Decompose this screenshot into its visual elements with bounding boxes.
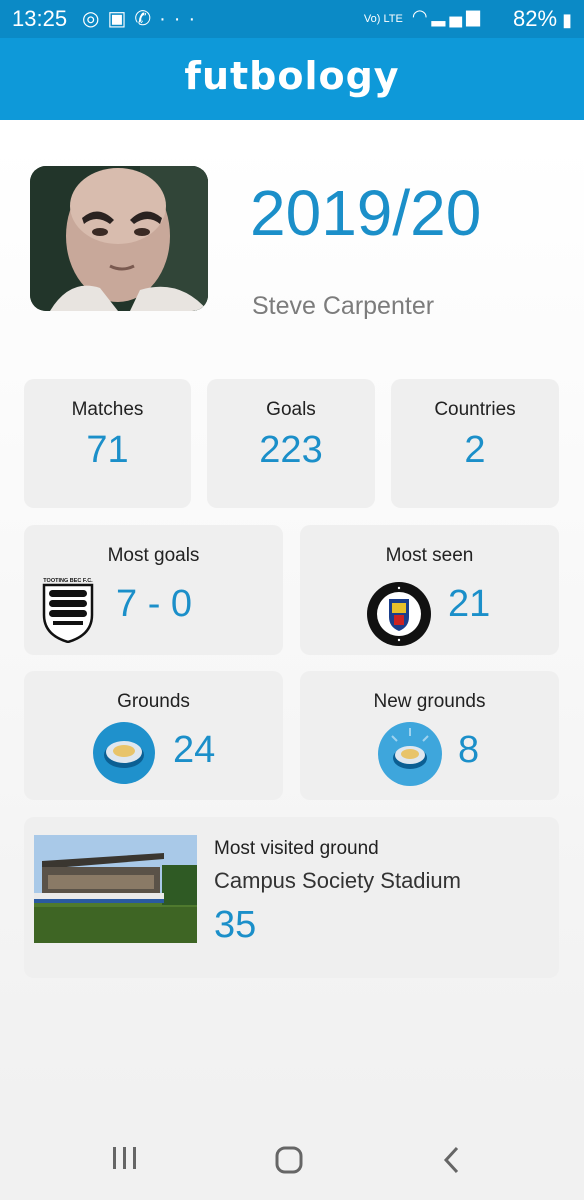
new-grounds-card[interactable]: New grounds 8 xyxy=(300,671,559,800)
battery: 82% ▮ xyxy=(513,6,572,32)
network-label: Vo) LTE xyxy=(363,13,403,25)
most-goals-label: Most goals xyxy=(107,545,200,566)
goals-value: 223 xyxy=(259,429,323,471)
new-grounds-value: 8 xyxy=(458,729,480,771)
tooting-bec-crest-icon: TOOTING BEC F.C. xyxy=(42,578,94,643)
speaker-icon: ▣ xyxy=(107,8,135,30)
matches-card[interactable]: Matches 71 xyxy=(24,379,191,508)
grounds-value: 24 xyxy=(173,729,216,771)
home-button[interactable] xyxy=(274,1145,304,1182)
countries-label: Countries xyxy=(434,399,516,420)
signal-icon: ▂▄▆ xyxy=(431,6,484,26)
countries-value: 2 xyxy=(464,429,486,471)
stadium-photo xyxy=(34,835,197,943)
grounds-card[interactable]: Grounds 24 xyxy=(24,671,283,800)
grounds-label: Grounds xyxy=(117,691,190,712)
whatsapp-icon: ✆ xyxy=(134,8,160,30)
most-visited-card[interactable]: Most visited ground Campus Society Stadi… xyxy=(24,817,559,978)
tooting-mitcham-crest-icon xyxy=(367,582,431,646)
clock: 13:25 xyxy=(12,6,68,31)
most-seen-value: 21 xyxy=(448,583,491,625)
goals-label: Goals xyxy=(266,399,316,420)
most-goals-card[interactable]: Most goals TOOTING BEC F.C. 7 - 0 xyxy=(24,525,283,655)
new-grounds-label: New grounds xyxy=(373,691,486,712)
app-bar: futbology xyxy=(0,38,584,120)
avatar[interactable] xyxy=(30,166,208,311)
most-goals-value: 7 - 0 xyxy=(116,583,193,625)
signal-icons: Vo) LTE ◠▂▄▆ xyxy=(364,6,484,27)
most-seen-label: Most seen xyxy=(385,545,474,566)
svg-text:TOOTING BEC F.C.: TOOTING BEC F.C. xyxy=(43,578,93,584)
status-bar: 13:25 ◎▣✆··· Vo) LTE ◠▂▄▆ 82% ▮ xyxy=(0,0,584,38)
back-button[interactable] xyxy=(442,1145,462,1182)
most-visited-label: Most visited ground xyxy=(214,838,379,859)
matches-value: 71 xyxy=(86,429,129,471)
goals-card[interactable]: Goals 223 xyxy=(207,379,375,508)
new-stadium-icon xyxy=(378,722,442,786)
battery-icon: ▮ xyxy=(557,10,572,30)
countries-card[interactable]: Countries 2 xyxy=(391,379,559,508)
wifi-icon: ◠ xyxy=(411,6,432,26)
most-seen-card[interactable]: Most seen 21 xyxy=(300,525,559,655)
user-name: Steve Carpenter xyxy=(252,292,435,320)
app-logo: futbology xyxy=(184,54,400,98)
more-icon: ··· xyxy=(159,8,204,30)
instagram-icon: ◎ xyxy=(82,8,108,30)
ground-name: Campus Society Stadium xyxy=(214,868,461,893)
recent-apps-button[interactable] xyxy=(111,1145,139,1178)
most-visited-value: 35 xyxy=(214,904,257,946)
stadium-icon xyxy=(93,722,155,784)
system-nav-bar xyxy=(0,1125,584,1200)
season-title: 2019/20 xyxy=(250,177,482,249)
matches-label: Matches xyxy=(71,399,144,420)
notification-icons: ◎▣✆··· xyxy=(82,6,203,31)
battery-level: 82% xyxy=(513,6,558,31)
